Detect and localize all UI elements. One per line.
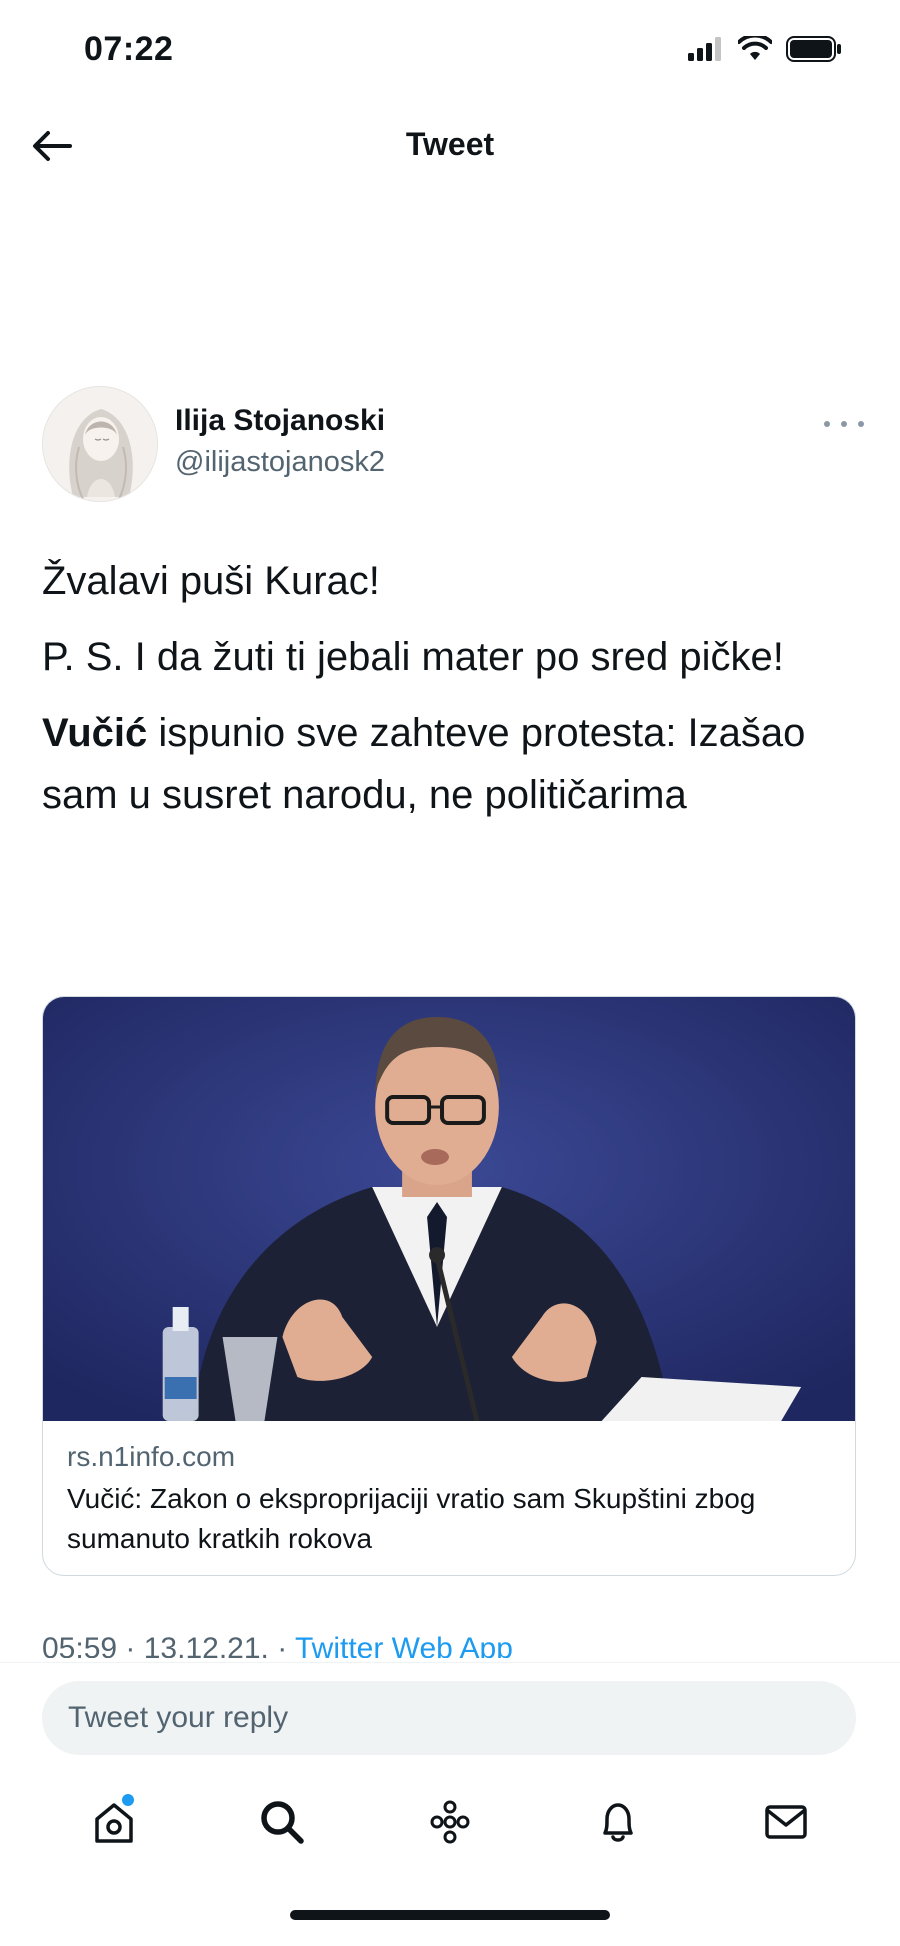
- tweet-text-line: Žvalavi puši Kurac!: [42, 559, 380, 603]
- more-dot: [858, 421, 864, 427]
- tweet-headline: Vučić ispunio sve zahteve protesta: Izaš…: [42, 702, 862, 826]
- reply-bar: [0, 1662, 900, 1758]
- notifications-icon: [603, 1803, 633, 1842]
- tweet-author: Ilija Stojanoski @ilijastojanosk2: [42, 386, 864, 506]
- tweet-meta: 05:59 · 13.12.21. · Twitter Web App: [42, 1628, 513, 1658]
- tweet-date: 13.12.21.: [143, 1632, 269, 1658]
- link-title: Vučić: Zakon o eksproprijaciji vratio sa…: [67, 1483, 756, 1554]
- signal-icon: [688, 37, 724, 66]
- link-preview-card[interactable]: rs.n1info.com Vučić: Zakon o eksproprija…: [42, 996, 856, 1576]
- tab-bar: [0, 1782, 900, 1862]
- tab-search[interactable]: [242, 1782, 322, 1862]
- avatar[interactable]: [42, 386, 158, 502]
- page-title: Tweet: [405, 126, 495, 162]
- link-domain: rs.n1info.com: [67, 1441, 236, 1472]
- more-dot: [824, 421, 830, 427]
- wifi-icon: [737, 33, 773, 67]
- more-options-button[interactable]: [824, 414, 864, 434]
- home-badge-dot: [122, 1794, 134, 1806]
- author-name[interactable]: Ilija Stojanoski: [175, 404, 385, 438]
- battery-icon: [786, 36, 842, 67]
- messages-icon: [765, 1805, 807, 1839]
- tab-notifications[interactable]: [578, 1782, 658, 1862]
- home-indicator: [290, 1910, 610, 1920]
- spaces-icon: [430, 1800, 470, 1844]
- meta-separator: ·: [117, 1632, 144, 1658]
- link-card-meta: rs.n1info.com Vučić: Zakon o eksproprija…: [43, 1421, 855, 1575]
- tweet-time: 05:59: [42, 1632, 118, 1658]
- search-icon: [261, 1801, 304, 1844]
- reply-input[interactable]: [42, 1681, 856, 1755]
- tab-messages[interactable]: [746, 1782, 826, 1862]
- meta-separator: ·: [268, 1632, 295, 1658]
- tweet-source-link[interactable]: Twitter Web App: [295, 1632, 513, 1658]
- tweet-headline-bold: Vučić: [42, 711, 148, 755]
- status-bar: 07:22: [0, 0, 900, 100]
- status-time: 07:22: [84, 30, 174, 68]
- tweet-headline-rest: ispunio sve zahteve protesta: Izašao sam…: [42, 711, 806, 817]
- author-handle[interactable]: @ilijastojanosk2: [175, 446, 385, 479]
- tweet-text: Žvalavi puši Kurac! P. S. I da žuti ti j…: [42, 550, 862, 840]
- tweet-text-line: P. S. I da žuti ti jebali mater po sred …: [42, 635, 784, 679]
- more-dot: [841, 421, 847, 427]
- link-preview-image: [43, 997, 855, 1421]
- tab-spaces[interactable]: [410, 1782, 490, 1862]
- nav-header: Tweet: [0, 110, 900, 180]
- tab-home[interactable]: [74, 1782, 154, 1862]
- status-icons: [688, 33, 842, 67]
